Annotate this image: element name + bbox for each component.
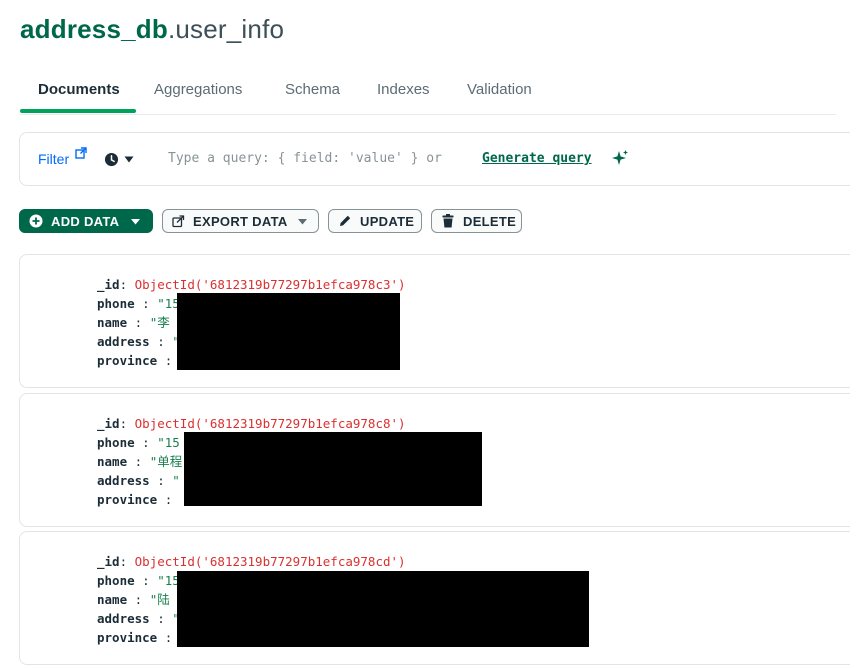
external-link-icon[interactable] xyxy=(75,147,87,159)
trash-icon xyxy=(442,214,454,228)
field-value[interactable]: "陆 xyxy=(150,592,170,607)
caret-down-icon[interactable] xyxy=(124,156,134,163)
pencil-icon xyxy=(340,215,351,226)
redaction-box xyxy=(177,571,589,647)
field-key[interactable]: name xyxy=(97,592,127,607)
collection-tabs: Documents Aggregations Schema Indexes Va… xyxy=(20,64,836,115)
add-data-button[interactable]: ADD DATA xyxy=(19,209,153,233)
field-value-objectid[interactable]: ObjectId('6812319b77297b1efca978c3') xyxy=(135,277,406,292)
field-key[interactable]: name xyxy=(97,315,127,330)
export-icon xyxy=(172,215,185,228)
field-key[interactable]: name xyxy=(97,454,127,469)
query-bar: Filter Type a query: { field: 'value' } … xyxy=(19,132,850,186)
query-history-clock-icon[interactable] xyxy=(104,152,119,167)
document-card[interactable]: _id: ObjectId('6812319b77297b1efca978cd'… xyxy=(19,531,850,665)
field-key[interactable]: province xyxy=(97,492,157,507)
field-key[interactable]: address xyxy=(97,473,150,488)
tab-documents[interactable]: Documents xyxy=(38,81,120,98)
compass-documents-view: address_db.user_info Documents Aggregati… xyxy=(0,0,856,668)
document-card[interactable]: _id: ObjectId('6812319b77297b1efca978c3'… xyxy=(19,254,850,388)
field-key[interactable]: province xyxy=(97,630,157,645)
field-key[interactable]: _id xyxy=(97,416,120,431)
add-data-label: ADD DATA xyxy=(51,214,120,229)
field-value[interactable]: " xyxy=(172,473,180,488)
field-value[interactable]: "15 xyxy=(157,435,180,450)
redaction-box xyxy=(177,293,400,370)
query-input[interactable]: Type a query: { field: 'value' } or xyxy=(168,151,442,166)
active-tab-indicator xyxy=(20,109,136,113)
generate-query-link[interactable]: Generate query xyxy=(482,151,592,166)
tab-schema[interactable]: Schema xyxy=(285,81,340,98)
field-key[interactable]: phone xyxy=(97,573,135,588)
tab-indexes[interactable]: Indexes xyxy=(377,81,430,98)
export-data-button[interactable]: EXPORT DATA xyxy=(162,209,319,233)
tab-validation[interactable]: Validation xyxy=(467,81,532,98)
field-key[interactable]: phone xyxy=(97,435,135,450)
caret-down-icon xyxy=(131,219,140,225)
update-label: UPDATE xyxy=(360,214,415,229)
plus-circle-icon xyxy=(29,214,43,228)
sparkle-icon[interactable] xyxy=(611,149,629,167)
caret-down-icon xyxy=(298,219,307,225)
page-title: address_db.user_info xyxy=(20,14,284,45)
field-row-id: _id: ObjectId('6812319b77297b1efca978cd'… xyxy=(97,554,406,569)
field-value[interactable]: "单程 xyxy=(150,454,183,469)
field-key[interactable]: address xyxy=(97,611,150,626)
redaction-box xyxy=(184,432,482,506)
field-key[interactable]: address xyxy=(97,334,150,349)
field-value-objectid[interactable]: ObjectId('6812319b77297b1efca978cd') xyxy=(135,554,406,569)
delete-label: DELETE xyxy=(463,214,517,229)
update-button[interactable]: UPDATE xyxy=(328,209,422,233)
field-row-id: _id: ObjectId('6812319b77297b1efca978c3'… xyxy=(97,277,406,292)
field-row-id: _id: ObjectId('6812319b77297b1efca978c8'… xyxy=(97,416,406,431)
delete-button[interactable]: DELETE xyxy=(431,209,522,233)
field-value[interactable]: "李 xyxy=(150,315,170,330)
field-value-objectid[interactable]: ObjectId('6812319b77297b1efca978c8') xyxy=(135,416,406,431)
tab-aggregations[interactable]: Aggregations xyxy=(154,81,242,98)
export-data-label: EXPORT DATA xyxy=(193,214,288,229)
document-card[interactable]: _id: ObjectId('6812319b77297b1efca978c8'… xyxy=(19,393,850,527)
field-key[interactable]: phone xyxy=(97,296,135,311)
field-key[interactable]: _id xyxy=(97,554,120,569)
collection-name: user_info xyxy=(175,14,285,44)
field-key[interactable]: province xyxy=(97,353,157,368)
field-key[interactable]: _id xyxy=(97,277,120,292)
filter-link[interactable]: Filter xyxy=(38,151,69,167)
database-name[interactable]: address_db xyxy=(20,14,168,44)
